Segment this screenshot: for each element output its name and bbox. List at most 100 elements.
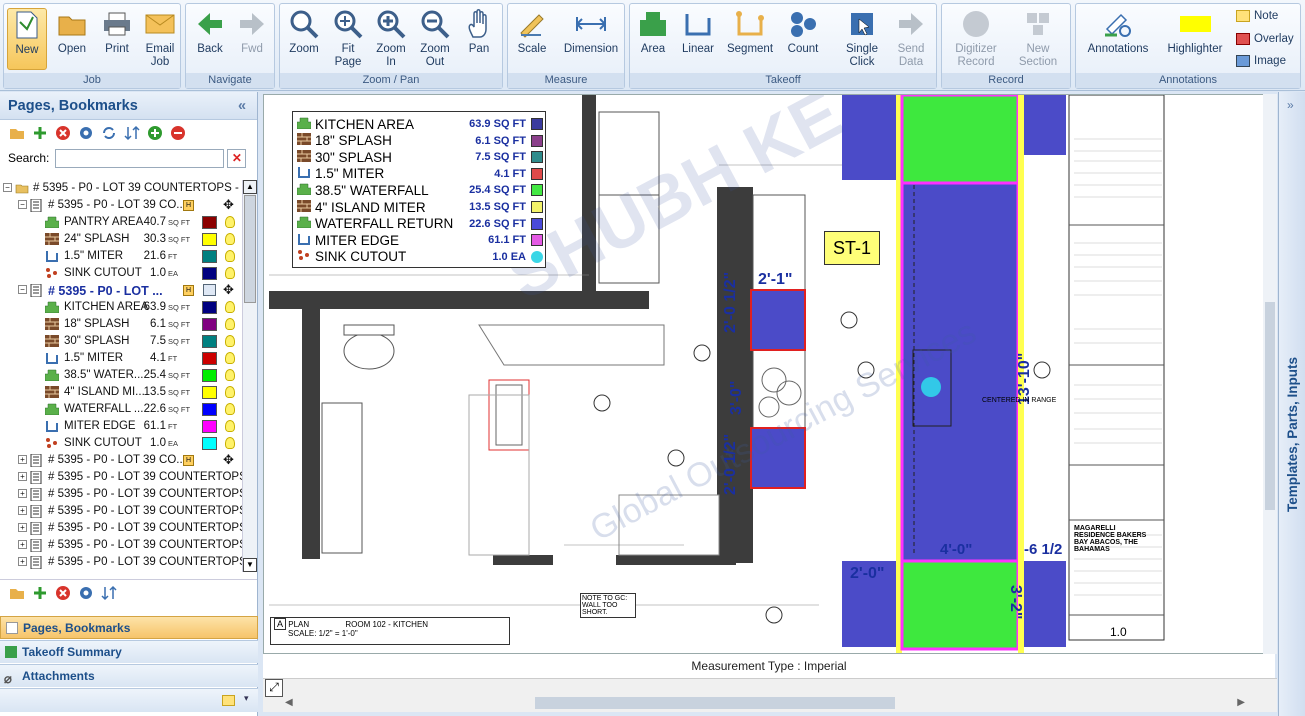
expand-toggle-icon[interactable]: + — [18, 557, 27, 566]
expand-arrow-icon[interactable]: ⤢ — [265, 679, 283, 697]
expand-toggle-icon[interactable]: + — [18, 489, 27, 498]
overlay-button[interactable]: Overlay — [1236, 33, 1294, 45]
color-swatch[interactable] — [202, 335, 217, 348]
color-swatch[interactable] — [202, 386, 217, 399]
canvas-vscroll[interactable] — [1263, 94, 1277, 654]
lightbulb-icon[interactable] — [225, 267, 235, 279]
scroll-down-icon[interactable]: ▼ — [243, 558, 257, 572]
tree-page-item[interactable]: − # 5395 - P0 - LOT 39 COUNTERTOPS - T... — [0, 180, 242, 197]
tree-page-item[interactable]: − # 5395 - P0 - LOT ... H ✥ — [0, 282, 242, 299]
zoom-out-button[interactable]: Zoom Out — [415, 8, 455, 69]
vscroll-thumb[interactable] — [1265, 302, 1275, 510]
settings-gear-icon[interactable] — [77, 584, 94, 601]
tree-takeoff-item[interactable]: MITER EDGE 61.1 FT — [0, 418, 242, 435]
lightbulb-icon[interactable] — [225, 250, 235, 262]
templates-panel-tab[interactable]: Templates, Parts, Inputs — [1285, 292, 1300, 512]
scroll-thumb[interactable] — [244, 195, 256, 303]
lightbulb-icon[interactable] — [225, 420, 235, 432]
lightbulb-icon[interactable] — [225, 233, 235, 245]
move-cross-icon[interactable]: ✥ — [223, 282, 234, 298]
add-circle-icon[interactable] — [146, 125, 163, 142]
tree-takeoff-item[interactable]: 4" ISLAND MI... 13.5 SQ FT — [0, 384, 242, 401]
lightbulb-icon[interactable] — [225, 335, 235, 347]
clear-search-icon[interactable]: ✕ — [227, 148, 247, 168]
refresh-icon[interactable] — [100, 125, 117, 142]
scroll-up-icon[interactable]: ▲ — [243, 180, 257, 194]
remove-circle-icon[interactable] — [169, 125, 186, 142]
expand-toggle-icon[interactable]: + — [18, 506, 27, 515]
drawing-canvas[interactable]: SHUBH KE Global Outsourcing Services ST-… — [263, 94, 1275, 654]
open-button[interactable]: Open — [52, 8, 92, 56]
tree-takeoff-item[interactable]: 30" SPLASH 7.5 SQ FT — [0, 333, 242, 350]
marker-icon[interactable]: H — [183, 285, 194, 296]
expand-icon[interactable]: » — [1287, 98, 1294, 112]
hscroll-track[interactable]: ◀ ▶ — [285, 695, 1245, 711]
tree-takeoff-item[interactable]: PANTRY AREA 40.7 SQ FT — [0, 214, 242, 231]
dimension-button[interactable]: Dimension — [560, 8, 622, 56]
tree-page-item[interactable]: − # 5395 - P0 - LOT 39 CO... H ✥ — [0, 197, 242, 214]
tree-page-item[interactable]: + # 5395 - P0 - LOT 39 CO... H ✥ — [0, 452, 242, 469]
new-section-button[interactable]: New Section — [1010, 8, 1066, 69]
tree-page-item[interactable]: + # 5395 - P0 - LOT 39 COUNTERTOPS — [0, 503, 242, 520]
image-button[interactable]: Image — [1236, 55, 1286, 67]
expand-toggle-icon[interactable]: + — [18, 523, 27, 532]
scale-button[interactable]: Scale — [512, 8, 552, 56]
color-swatch[interactable] — [202, 216, 217, 229]
color-swatch[interactable] — [202, 437, 217, 450]
chevron-down-icon[interactable]: ▾ — [244, 693, 249, 704]
color-swatch[interactable] — [202, 403, 217, 416]
color-swatch[interactable] — [202, 301, 217, 314]
send-data-button[interactable]: Send Data — [888, 8, 934, 69]
highlighter-button[interactable]: Highlighter — [1162, 8, 1228, 56]
nav-pages-bookmarks[interactable]: Pages, Bookmarks — [0, 616, 258, 639]
tree-takeoff-item[interactable]: WATERFALL ... 22.6 SQ FT — [0, 401, 242, 418]
count-button[interactable]: Count — [783, 8, 823, 56]
collapse-icon[interactable]: « — [238, 92, 246, 120]
zoom-in-button[interactable]: Zoom In — [371, 8, 411, 69]
tree-page-item[interactable]: + # 5395 - P0 - LOT 39 COUNTERTOPS — [0, 554, 242, 571]
digitizer-record-button[interactable]: Digitizer Record — [948, 8, 1004, 69]
print-button[interactable]: Print — [97, 8, 137, 56]
tree-takeoff-item[interactable]: 18" SPLASH 6.1 SQ FT — [0, 316, 242, 333]
color-swatch[interactable] — [202, 318, 217, 331]
add-icon[interactable] — [31, 584, 48, 601]
tree-takeoff-item[interactable]: SINK CUTOUT 1.0 EA — [0, 265, 242, 282]
fit-page-button[interactable]: Fit Page — [328, 8, 368, 69]
lightbulb-icon[interactable] — [225, 216, 235, 228]
sort-icon[interactable] — [100, 584, 117, 601]
marker-icon[interactable]: H — [183, 455, 194, 466]
move-cross-icon[interactable]: ✥ — [223, 452, 234, 468]
linear-button[interactable]: Linear — [677, 8, 719, 56]
link-icon[interactable] — [203, 284, 216, 296]
lightbulb-icon[interactable] — [225, 437, 235, 449]
new-button[interactable]: New — [7, 8, 47, 70]
color-swatch[interactable] — [202, 352, 217, 365]
area-button[interactable]: Area — [633, 8, 673, 56]
folder-icon[interactable] — [8, 125, 25, 142]
tree-takeoff-item[interactable]: 1.5" MITER 21.6 FT — [0, 248, 242, 265]
tree-page-item[interactable]: + # 5395 - P0 - LOT 39 COUNTERTOPS — [0, 486, 242, 503]
sort-icon[interactable] — [123, 125, 140, 142]
tree-page-item[interactable]: + # 5395 - P0 - LOT 39 COUNTERTOPS — [0, 537, 242, 554]
note-icon[interactable] — [222, 695, 235, 706]
expand-toggle-icon[interactable]: + — [18, 472, 27, 481]
settings-gear-icon[interactable] — [77, 125, 94, 142]
expand-toggle-icon[interactable]: + — [18, 455, 27, 464]
folder-icon[interactable] — [8, 584, 25, 601]
email-job-button[interactable]: Email Job — [141, 8, 179, 69]
move-cross-icon[interactable]: ✥ — [223, 197, 234, 213]
lightbulb-icon[interactable] — [225, 318, 235, 330]
expand-toggle-icon[interactable]: − — [18, 200, 27, 209]
color-swatch[interactable] — [202, 420, 217, 433]
segment-button[interactable]: Segment — [724, 8, 776, 56]
lightbulb-icon[interactable] — [225, 403, 235, 415]
tree-takeoff-item[interactable]: 1.5" MITER 4.1 FT — [0, 350, 242, 367]
hscroll-thumb[interactable] — [535, 697, 895, 709]
tree-takeoff-item[interactable]: SINK CUTOUT 1.0 EA — [0, 435, 242, 452]
scroll-right-icon[interactable]: ▶ — [1237, 697, 1245, 708]
lightbulb-icon[interactable] — [225, 352, 235, 364]
single-click-button[interactable]: Single Click — [840, 8, 884, 69]
delete-icon[interactable] — [54, 125, 71, 142]
lightbulb-icon[interactable] — [225, 386, 235, 398]
expand-toggle-icon[interactable]: − — [18, 285, 27, 294]
